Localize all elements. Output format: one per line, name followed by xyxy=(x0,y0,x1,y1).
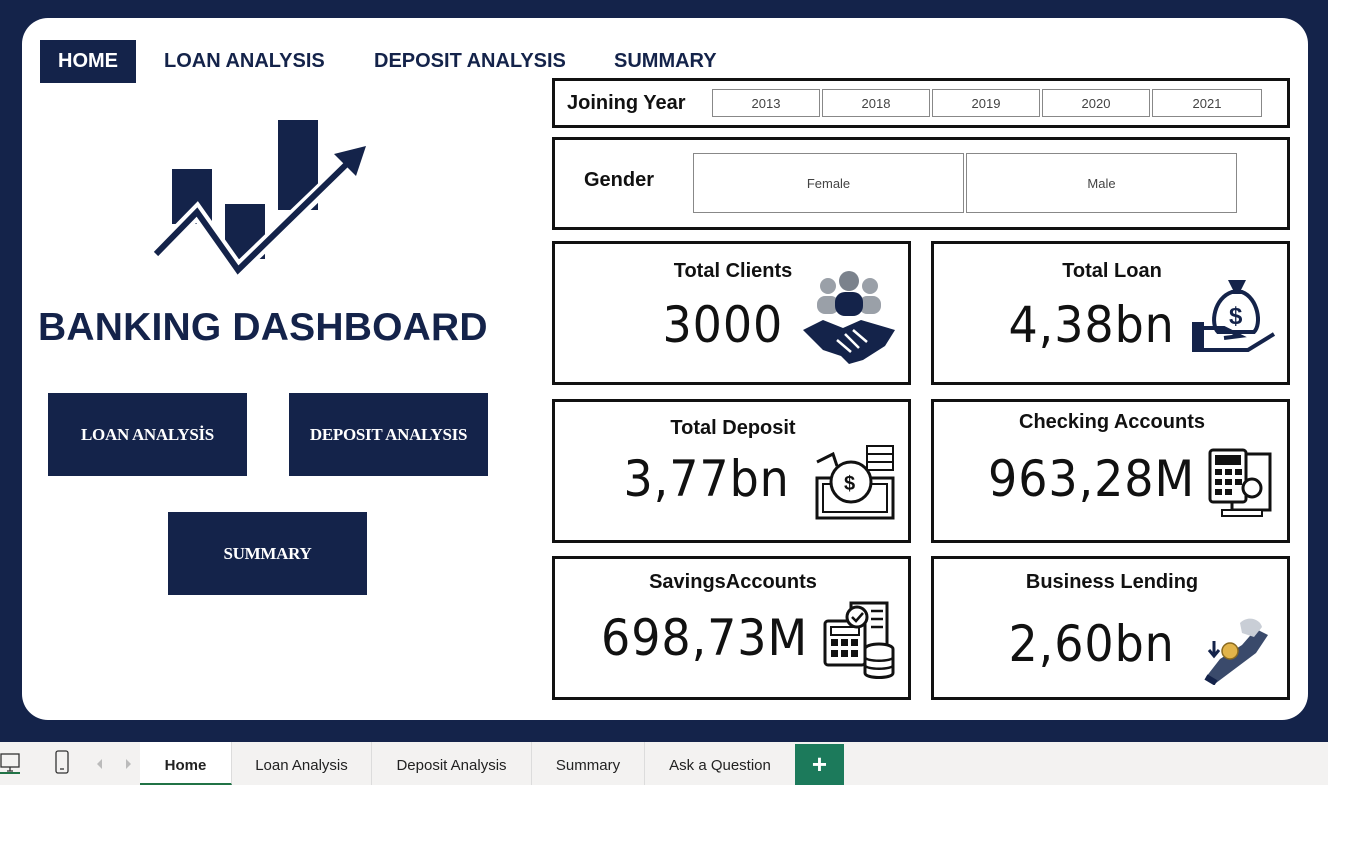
total-deposit-value: 3,77bn xyxy=(623,450,790,508)
calculator-invoice-icon xyxy=(1208,448,1272,517)
gender-slicer: Gender Female Male xyxy=(552,137,1290,230)
nav-summary[interactable]: SUMMARY xyxy=(614,40,717,83)
checking-accounts-value: 963,28M xyxy=(987,450,1195,508)
svg-text:$: $ xyxy=(1229,303,1243,330)
svg-text:$: $ xyxy=(844,473,855,495)
total-loan-value: 4,38bn xyxy=(1008,296,1175,354)
joining-year-label: Joining Year xyxy=(567,92,686,114)
scroll-left-icon[interactable] xyxy=(96,759,104,769)
year-chip-2021[interactable]: 2021 xyxy=(1152,89,1262,117)
checking-accounts-label: Checking Accounts xyxy=(1019,411,1205,433)
year-chip-2019[interactable]: 2019 xyxy=(932,89,1040,117)
summary-button[interactable]: SUMMARY xyxy=(168,512,367,595)
gender-chip-male[interactable]: Male xyxy=(966,153,1237,213)
savings-accounts-card: SavingsAccounts 698,73M xyxy=(552,556,911,700)
total-clients-value: 3000 xyxy=(662,296,783,354)
sheet-tab-summary[interactable]: Summary xyxy=(532,742,645,785)
deposit-analysis-button[interactable]: DEPOSIT ANALYSIS xyxy=(289,393,488,476)
loan-analysis-button[interactable]: LOAN ANALYSİS xyxy=(48,393,247,476)
nav-loan-analysis[interactable]: LOAN ANALYSIS xyxy=(164,40,325,83)
calculator-coins-icon xyxy=(823,601,895,679)
gender-label: Gender xyxy=(584,169,655,191)
dashboard-canvas: HOME LOAN ANALYSIS DEPOSIT ANALYSIS SUMM… xyxy=(22,18,1308,720)
scroll-right-icon[interactable] xyxy=(124,759,132,769)
joining-year-slicer: Joining Year 2013 2018 2019 2020 2021 xyxy=(552,78,1290,128)
savings-accounts-value: 698,73M xyxy=(600,609,808,667)
nav-deposit-analysis[interactable]: DEPOSIT ANALYSIS xyxy=(374,40,566,83)
savings-accounts-label: SavingsAccounts xyxy=(649,571,817,593)
year-chip-2013[interactable]: 2013 xyxy=(712,89,820,117)
sheet-tab-ask-a-question[interactable]: Ask a Question xyxy=(645,742,795,785)
desktop-view-icon[interactable] xyxy=(0,752,20,774)
sheet-tab-home[interactable]: Home xyxy=(140,742,232,785)
handshake-icon xyxy=(803,271,895,364)
gender-chip-female[interactable]: Female xyxy=(693,153,964,213)
hand-coin-icon xyxy=(1204,618,1268,685)
business-lending-value: 2,60bn xyxy=(1008,615,1175,673)
business-lending-card: Business Lending 2,60bn xyxy=(931,556,1290,700)
total-deposit-card: Total Deposit 3,77bn $ xyxy=(552,399,911,543)
growth-chart-logo-icon xyxy=(152,120,369,279)
total-deposit-label: Total Deposit xyxy=(670,417,796,439)
mobile-view-icon[interactable] xyxy=(55,750,69,774)
sheet-tab-deposit-analysis[interactable]: Deposit Analysis xyxy=(372,742,532,785)
total-clients-card: Total Clients 3000 xyxy=(552,241,911,385)
year-chip-2018[interactable]: 2018 xyxy=(822,89,930,117)
total-loan-card: Total Loan 4,38bn $ xyxy=(931,241,1290,385)
money-bag-hand-icon: $ xyxy=(1192,280,1276,352)
dashboard-title: BANKING DASHBOARD xyxy=(38,306,488,349)
nav-home[interactable]: HOME xyxy=(40,40,136,83)
sheet-tab-loan-analysis[interactable]: Loan Analysis xyxy=(232,742,372,785)
sheet-tab-bar: Home Loan Analysis Deposit Analysis Summ… xyxy=(0,742,1328,785)
deposit-money-icon: $ xyxy=(815,445,895,520)
add-sheet-button[interactable]: + xyxy=(795,744,844,785)
year-chip-2020[interactable]: 2020 xyxy=(1042,89,1150,117)
business-lending-label: Business Lending xyxy=(1025,571,1199,593)
checking-accounts-card: Checking Accounts 963,28M xyxy=(931,399,1290,543)
